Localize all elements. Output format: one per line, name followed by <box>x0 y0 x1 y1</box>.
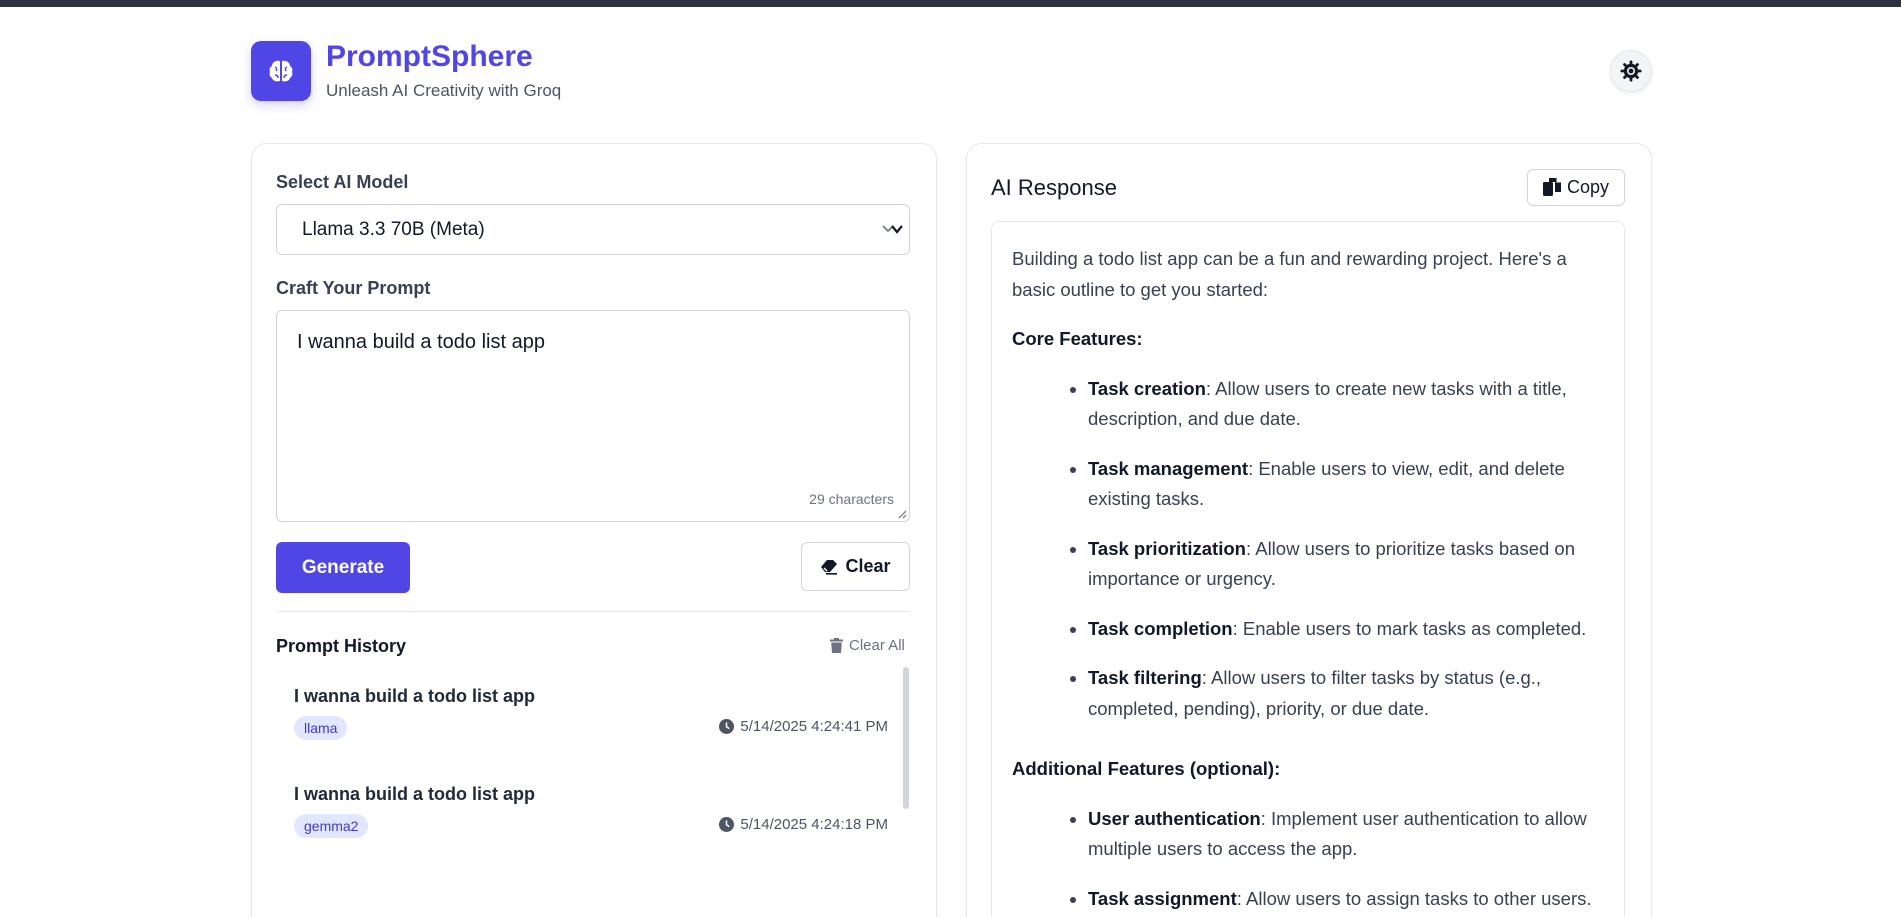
chevron-down-icon <box>882 225 903 234</box>
clear-all-button[interactable]: Clear All <box>830 637 905 654</box>
list-item-desc: : Enable users to mark tasks as complete… <box>1232 617 1587 639</box>
list-item: Task prioritization: Allow users to prio… <box>1088 534 1608 595</box>
app-logo <box>251 41 311 101</box>
prompt-textarea[interactable]: I wanna build a todo list app 29 charact… <box>276 310 910 522</box>
list-item-term: Task creation <box>1088 377 1206 399</box>
list-item: Task completion: Enable users to mark ta… <box>1088 614 1608 645</box>
history-prompt: I wanna build a todo list app <box>294 784 536 804</box>
history-scrollbar[interactable] <box>903 667 909 809</box>
history-item[interactable]: I wanna build a todo list app llama 5/14… <box>276 686 896 776</box>
divider <box>276 611 910 612</box>
generate-button[interactable]: Generate <box>276 542 410 593</box>
copy-button-label: Copy <box>1566 177 1610 197</box>
app-title: PromptSphere <box>326 40 533 73</box>
clear-all-label: Clear All <box>849 637 905 654</box>
response-content: Building a todo list app can be a fun an… <box>1012 244 1608 917</box>
model-select[interactable]: Llama 3.3 70B (Meta) <box>276 204 910 255</box>
list-item-term: Task filtering <box>1088 667 1202 688</box>
list-item-desc: : Allow users to assign tasks to other u… <box>1236 887 1592 909</box>
prompt-label: Craft Your Prompt <box>276 278 431 298</box>
list-item-term: Task completion <box>1088 617 1233 639</box>
model-badge: llama <box>294 716 348 740</box>
history-timestamp: 5/14/2025 4:24:41 PM <box>719 718 888 735</box>
list-item: Task creation: Allow users to create new… <box>1088 374 1608 435</box>
history-time-text: 5/14/2025 4:24:41 PM <box>740 718 888 735</box>
history-title: Prompt History <box>276 636 407 656</box>
app-subtitle: Unleash AI Creativity with Groq <box>326 81 562 100</box>
copy-button[interactable]: Copy <box>1527 169 1625 206</box>
response-intro: Building a todo list app can be a fun an… <box>1012 248 1567 300</box>
additional-features-heading: Additional Features (optional): <box>1012 758 1281 779</box>
history-time-text: 5/14/2025 4:24:18 PM <box>740 816 888 833</box>
history-timestamp: 5/14/2025 4:24:18 PM <box>719 816 888 833</box>
list-item: User authentication: Implement user auth… <box>1088 804 1608 865</box>
eraser-icon <box>821 559 838 575</box>
core-features-heading: Core Features: <box>1012 328 1143 349</box>
core-features-list: Task creation: Allow users to create new… <box>1012 374 1608 725</box>
trash-icon <box>830 638 843 653</box>
response-title: AI Response <box>991 175 1117 200</box>
model-badge: gemma2 <box>294 814 369 838</box>
history-item[interactable]: I wanna build a todo list app gemma2 5/1… <box>276 784 896 874</box>
copy-icon <box>1542 178 1561 196</box>
response-box: Building a todo list app can be a fun an… <box>991 221 1625 917</box>
sun-icon <box>1620 60 1642 82</box>
resize-handle-icon[interactable] <box>898 510 907 519</box>
list-item: Task management: Enable users to view, e… <box>1088 454 1608 515</box>
char-count: 29 characters <box>809 491 894 507</box>
model-select-value: Llama 3.3 70B (Meta) <box>302 219 485 240</box>
model-label: Select AI Model <box>276 172 409 192</box>
clock-icon <box>719 719 735 734</box>
clear-button-label: Clear <box>845 556 891 576</box>
list-item-term: User authentication <box>1088 807 1261 829</box>
clock-icon <box>719 817 735 832</box>
theme-toggle-button[interactable] <box>1610 50 1652 92</box>
top-bar <box>0 0 1901 7</box>
history-prompt: I wanna build a todo list app <box>294 686 536 706</box>
brain-icon <box>269 60 293 82</box>
clear-button[interactable]: Clear <box>801 542 910 591</box>
list-item-term: Task management <box>1088 457 1249 479</box>
list-item-term: Task prioritization <box>1088 537 1246 559</box>
list-item: Task filtering: Allow users to filter ta… <box>1088 663 1608 724</box>
prompt-text: I wanna build a todo list app <box>297 331 545 353</box>
additional-features-list: User authentication: Implement user auth… <box>1012 804 1608 915</box>
list-item-term: Task assignment <box>1088 887 1237 909</box>
list-item: Task assignment: Allow users to assign t… <box>1088 884 1608 915</box>
